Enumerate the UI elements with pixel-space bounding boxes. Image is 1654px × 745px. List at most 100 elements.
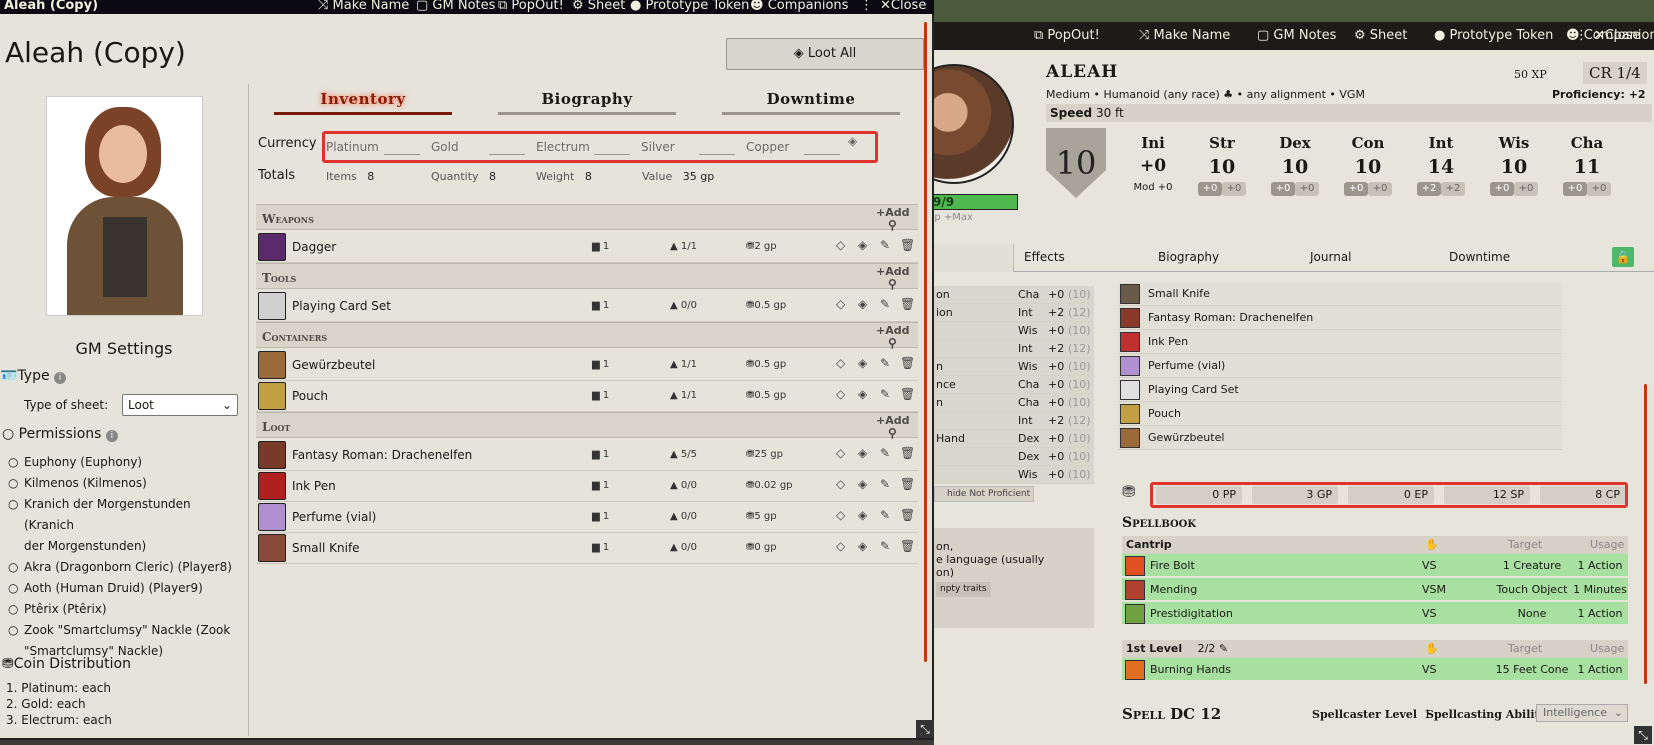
loot-item-icon[interactable]: ◇ — [836, 477, 845, 491]
permission-item[interactable]: ○ Aoth (Human Druid) (Player9) — [8, 578, 244, 599]
radio-icon[interactable]: ○ — [8, 452, 18, 473]
skill-row[interactable]: n Wis +0 (10) — [934, 358, 1094, 376]
actor-portrait[interactable] — [46, 96, 203, 316]
tab-effects[interactable]: Effects — [1024, 250, 1065, 264]
spell-slots[interactable]: 2/2 — [1198, 642, 1216, 655]
initiative-label[interactable]: Ini — [1128, 134, 1178, 152]
resize-handle-icon[interactable]: ⤡ — [916, 720, 934, 738]
ability-label-3[interactable]: Int — [1411, 134, 1471, 152]
trash-icon[interactable]: 🗑 — [900, 356, 915, 370]
radio-icon[interactable]: ○ — [8, 620, 18, 641]
skill-row[interactable]: n Cha +0 (10) — [934, 394, 1094, 412]
radio-icon[interactable]: ○ — [8, 557, 18, 578]
loot-item-icon[interactable]: ◇ — [836, 539, 845, 553]
ability-label-0[interactable]: Str — [1192, 134, 1252, 152]
character-name[interactable]: Aleah — [1046, 62, 1118, 82]
prototype-token-button[interactable]: ● Prototype Token — [1434, 22, 1553, 50]
sheet-inventory-item[interactable]: Small Knife — [1118, 282, 1562, 306]
edit-icon[interactable]: ✎ — [880, 508, 890, 522]
tab-downtime[interactable]: Downtime — [1449, 250, 1510, 264]
permission-item[interactable]: ○ Ptêrix (Ptêrix) — [8, 599, 244, 620]
item-name[interactable]: Gewürzbeutel — [292, 358, 375, 372]
ability-mod-1[interactable]: +0 — [1271, 182, 1295, 196]
skill-row[interactable]: Wis +0 (10) — [934, 466, 1094, 484]
item-name[interactable]: Ink Pen — [292, 479, 336, 493]
popout-button[interactable]: ⧉ PopOut! — [498, 0, 564, 12]
hide-not-proficient-button[interactable]: hide Not Proficient — [934, 486, 1034, 502]
ability-mod-3[interactable]: +2 — [1417, 182, 1441, 196]
gm-notes-button[interactable]: ▢ GM Notes — [1257, 22, 1336, 50]
edit-icon[interactable]: ✎ — [880, 238, 890, 252]
cr-value[interactable]: CR 1/4 — [1583, 62, 1647, 84]
actor-name[interactable]: Aleah (Copy) — [5, 36, 186, 69]
skill-row[interactable]: Dex +0 (10) — [934, 448, 1094, 466]
edit-icon[interactable]: ✎ — [880, 446, 890, 460]
ability-mod-4[interactable]: +0 — [1490, 182, 1514, 196]
edit-icon[interactable]: ✎ — [880, 297, 890, 311]
gm-notes-button[interactable]: ▢ GM Notes — [416, 0, 495, 12]
sheet-inventory-item[interactable]: Ink Pen — [1118, 330, 1562, 354]
tab-downtime[interactable]: Downtime — [722, 90, 900, 108]
radio-icon[interactable]: ○ — [8, 578, 18, 599]
ability-mod-0[interactable]: +0 — [1198, 182, 1222, 196]
sheet-inventory-item[interactable]: Playing Card Set — [1118, 378, 1562, 402]
radio-icon[interactable]: ○ — [8, 473, 18, 494]
loot-one-icon[interactable]: ◈ — [858, 539, 867, 553]
permission-item[interactable]: ○ Kilmenos (Kilmenos) — [8, 473, 244, 494]
loot-one-icon[interactable]: ◈ — [858, 387, 867, 401]
popout-button[interactable]: ⧉ PopOut! — [1034, 22, 1100, 50]
close-button[interactable]: ✕Close — [880, 0, 926, 12]
ability-save-0[interactable]: +0 — [1222, 182, 1246, 196]
loot-one-icon[interactable]: ◈ — [858, 356, 867, 370]
trash-icon[interactable]: 🗑 — [900, 387, 915, 401]
make-name-button[interactable]: ⤨ Make Name — [1139, 22, 1230, 50]
item-name[interactable]: Perfume (vial) — [292, 510, 376, 524]
prototype-token-button[interactable]: ● Prototype Token — [630, 0, 749, 12]
loot-one-icon[interactable]: ◈ — [858, 477, 867, 491]
item-thumbnail[interactable] — [258, 472, 286, 500]
loot-item-icon[interactable]: ◇ — [836, 387, 845, 401]
loot-one-icon[interactable]: ◈ — [858, 446, 867, 460]
skill-row[interactable]: Hand Dex +0 (10) — [934, 430, 1094, 448]
sheet-resize-handle-icon[interactable]: ⤡ — [1634, 726, 1652, 744]
item-thumbnail[interactable] — [258, 351, 286, 379]
spell-row[interactable]: Burning Hands VS 15 Feet Cone 1 Action — [1122, 658, 1628, 682]
tab-biography[interactable]: Biography — [1158, 250, 1219, 264]
ability-save-3[interactable]: +2 — [1441, 182, 1465, 196]
info-icon[interactable]: i — [54, 372, 67, 384]
ability-label-5[interactable]: Cha — [1557, 134, 1617, 152]
edit-icon[interactable]: ✎ — [880, 387, 890, 401]
sheet-inventory-item[interactable]: Pouch — [1118, 402, 1562, 426]
loot-item-icon[interactable]: ◇ — [836, 508, 845, 522]
item-thumbnail[interactable] — [258, 292, 286, 320]
empty-traits-button[interactable]: npty traits — [936, 582, 991, 597]
sheet-kebab-icon[interactable]: ⋮ — [1575, 22, 1588, 50]
trash-icon[interactable]: 🗑 — [900, 539, 915, 553]
edit-icon[interactable]: ✎ — [1219, 642, 1228, 655]
kebab-menu-icon[interactable]: ⋮ — [860, 0, 873, 12]
casting-ability-select[interactable]: Intelligence ⌄ — [1536, 704, 1628, 722]
ability-mod-2[interactable]: +0 — [1344, 182, 1368, 196]
item-thumbnail[interactable] — [258, 503, 286, 531]
radio-icon[interactable]: ○ — [8, 599, 18, 620]
loot-item-icon[interactable]: ◇ — [836, 297, 845, 311]
loot-one-icon[interactable]: ◈ — [858, 508, 867, 522]
tab-journal[interactable]: Journal — [1310, 250, 1352, 264]
sheet-button[interactable]: ⚙ Sheet — [572, 0, 625, 12]
spell-row[interactable]: Prestidigitation VS None 1 Action — [1122, 602, 1628, 626]
sheet-inventory-item[interactable]: Fantasy Roman: Drachenelfen — [1118, 306, 1562, 330]
permission-item[interactable]: ○ Kranich der Morgenstunden (Kranich — [8, 494, 244, 536]
permission-item[interactable]: ○ Euphony (Euphony) — [8, 452, 244, 473]
skill-row[interactable]: ion Int +2 (12) — [934, 304, 1094, 322]
loot-item-icon[interactable]: ◇ — [836, 356, 845, 370]
item-row[interactable]: Small Knife ▆ 1 ▲ 0/0 ⛃0 gp ◇ ◈ ✎ 🗑 — [256, 533, 918, 564]
info-icon[interactable]: i — [105, 430, 118, 442]
skill-row[interactable]: nce Cha +0 (10) — [934, 376, 1094, 394]
radio-icon[interactable]: ○ — [8, 494, 18, 515]
item-row[interactable]: Fantasy Roman: Drachenelfen ▆ 1 ▲ 5/5 ⛃25 g… — [256, 440, 918, 471]
item-name[interactable]: Playing Card Set — [292, 299, 391, 313]
sheet-scrollbar[interactable] — [1644, 384, 1647, 684]
lock-icon[interactable]: 🔒 — [1612, 247, 1634, 267]
item-thumbnail[interactable] — [258, 233, 286, 261]
sheet-inventory-item[interactable]: Perfume (vial) — [1118, 354, 1562, 378]
